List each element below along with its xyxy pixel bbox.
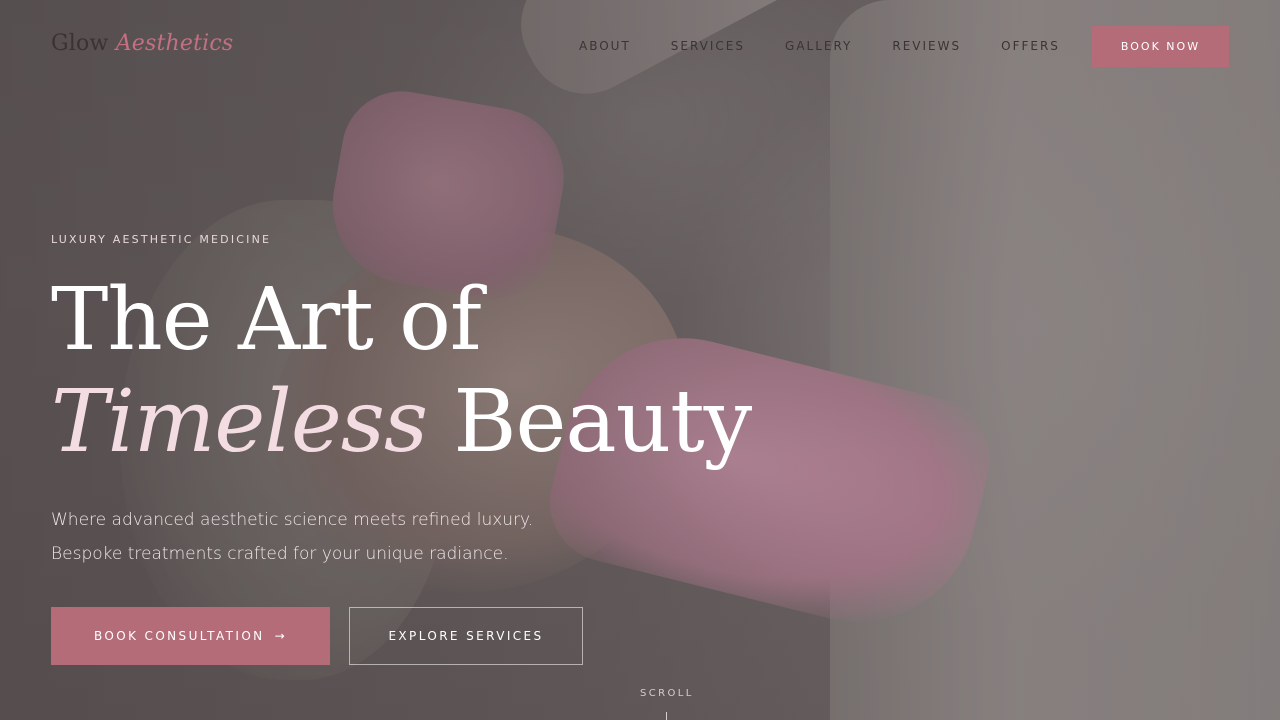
book-consultation-label: BOOK CONSULTATION (93, 629, 265, 643)
brand-name-plain: Glow (51, 31, 109, 56)
nav-link-about[interactable]: ABOUT (579, 39, 631, 53)
nav-links: ABOUT SERVICES GALLERY REVIEWS OFFERS (579, 39, 1100, 53)
subcopy-line-1: Where advanced aesthetic science meets r… (51, 510, 534, 530)
nav-link-reviews[interactable]: REVIEWS (892, 39, 961, 53)
explore-services-button[interactable]: EXPLORE SERVICES (349, 607, 583, 665)
hero-headline: The Art of Timeless Beauty (51, 268, 752, 472)
nav-link-services[interactable]: SERVICES (671, 39, 745, 53)
nav-link-gallery[interactable]: GALLERY (785, 39, 852, 53)
arrow-right-icon: → (274, 629, 288, 643)
scroll-indicator-line (666, 712, 667, 720)
headline-italic-word: Timeless (51, 372, 428, 472)
book-consultation-button[interactable]: BOOK CONSULTATION → (51, 607, 330, 665)
scroll-indicator-label[interactable]: SCROLL (640, 688, 694, 699)
headline-word: Beauty (453, 372, 752, 472)
subcopy-line-2: Bespoke treatments crafted for your uniq… (51, 544, 509, 564)
headline-line-1: The Art of (51, 270, 482, 370)
top-navigation: Glow Aesthetics ABOUT SERVICES GALLERY R… (0, 0, 1280, 94)
brand-logo[interactable]: Glow Aesthetics (51, 31, 233, 56)
hero-eyebrow: LUXURY AESTHETIC MEDICINE (51, 233, 272, 246)
book-now-button[interactable]: BOOK NOW (1092, 26, 1229, 67)
headline-line-2: Timeless Beauty (51, 372, 752, 472)
nav-link-offers[interactable]: OFFERS (1001, 39, 1060, 53)
brand-name-accent: Aesthetics (115, 31, 234, 56)
hero-subcopy: Where advanced aesthetic science meets r… (51, 503, 533, 571)
